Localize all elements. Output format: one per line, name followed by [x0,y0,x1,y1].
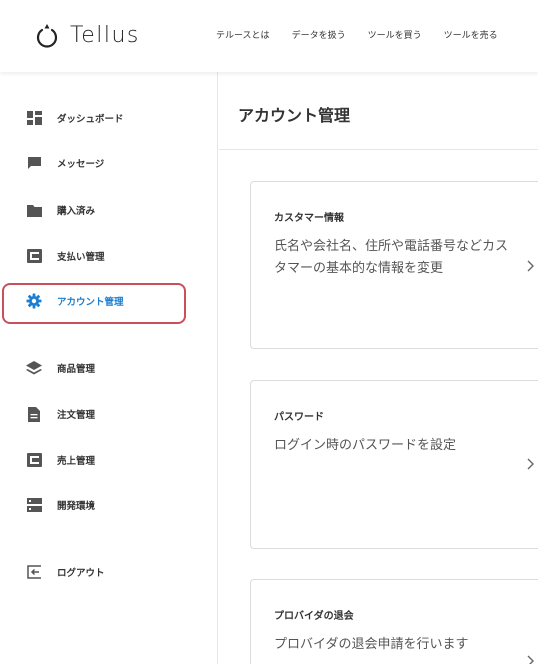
sidebar-item-label: ログアウト [57,568,105,579]
sidebar-item-sales[interactable]: 売上管理 [26,450,95,470]
sidebar-item-label: 注文管理 [57,410,96,421]
sidebar-item-dev-environment[interactable]: 開発環境 [26,495,95,515]
document-icon [26,406,42,422]
nav-link-about[interactable]: テルースとは [216,28,270,41]
card-title: パスワード [274,412,324,423]
sidebar-item-messages[interactable]: メッセージ [26,153,104,173]
logo-mark-icon [36,24,58,48]
sidebar-item-label: ダッシュボード [57,114,124,125]
main-content: アカウント管理 カスタマー情報 氏名や会社名、住所や電話番号などカスタマーの基本… [219,72,538,664]
customer-info-card[interactable]: カスタマー情報 氏名や会社名、住所や電話番号などカスタマーの基本的な情報を変更 [250,181,538,349]
tellus-logo[interactable]: Tellus [34,20,140,50]
chevron-right-icon [527,260,534,272]
nav-link-sell-tools[interactable]: ツールを売る [444,28,498,41]
card-title: カスタマー情報 [274,213,344,224]
chevron-right-icon [527,655,534,664]
sidebar-item-label: 購入済み [57,206,96,217]
sidebar-item-dashboard[interactable]: ダッシュボード [26,108,124,128]
sidebar-item-orders[interactable]: 注文管理 [26,404,95,424]
payment-icon [26,248,42,264]
sidebar-item-label: 開発環境 [57,501,96,512]
card-description: 氏名や会社名、住所や電話番号などカスタマーの基本的な情報を変更 [274,239,509,276]
sidebar-item-label: 支払い管理 [57,252,105,263]
logout-icon [26,564,42,580]
chevron-right-icon [527,458,534,470]
server-icon [26,497,42,513]
top-header: Tellus テルースとは データを扱う ツールを買う ツールを売る [0,0,538,72]
nav-link-buy-tools[interactable]: ツールを買う [368,28,422,41]
active-item-highlight [2,283,186,324]
provider-withdrawal-card[interactable]: プロバイダの退会 プロバイダの退会申請を行います [250,579,538,664]
password-card[interactable]: パスワード ログイン時のパスワードを設定 [250,380,538,549]
sales-icon [26,452,42,468]
sidebar-item-payments[interactable]: 支払い管理 [26,246,105,266]
sidebar-item-label: 売上管理 [57,456,96,467]
top-navigation: テルースとは データを扱う ツールを買う ツールを売る [216,28,498,41]
card-title: プロバイダの退会 [274,611,354,622]
sidebar-item-purchased[interactable]: 購入済み [26,200,95,220]
nav-link-data[interactable]: データを扱う [292,28,346,41]
sidebar-item-logout[interactable]: ログアウト [26,562,105,582]
folder-icon [26,202,42,218]
sidebar: ダッシュボード メッセージ 購入済み 支払い管理 アカウント管理 商品管理 注文… [0,72,218,664]
sidebar-item-label: 商品管理 [57,364,96,375]
page-title: アカウント管理 [238,106,351,125]
layers-icon [26,360,42,376]
sidebar-item-products[interactable]: 商品管理 [26,358,95,378]
message-icon [26,155,42,171]
card-description: プロバイダの退会申請を行います [274,637,469,652]
divider [219,149,538,150]
dashboard-icon [26,110,42,126]
card-description: ログイン時のパスワードを設定 [274,438,457,453]
sidebar-item-label: メッセージ [57,159,105,170]
brand-name: Tellus [70,22,140,48]
